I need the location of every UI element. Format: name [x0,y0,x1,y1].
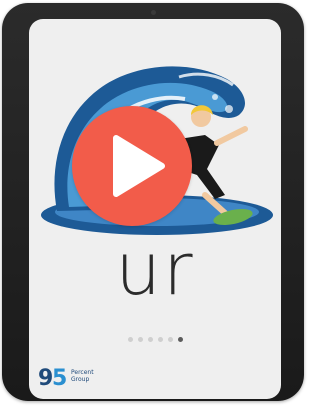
lesson-word: ur [115,227,195,311]
play-icon [113,135,165,197]
logo-mark-icon: 9 5 [38,366,67,391]
slide-dot[interactable] [147,337,153,342]
tablet-frame: ur 9 5 Percent Group [2,3,304,401]
logo-line-1: Percent [71,369,94,376]
slide-dot[interactable] [137,337,143,342]
play-button[interactable] [72,106,192,226]
slide-dot[interactable] [157,337,163,342]
slide-indicator [29,337,281,342]
company-logo: 9 5 Percent Group [37,361,127,391]
slide-dot[interactable] [127,337,133,342]
svg-text:5: 5 [52,366,67,391]
slide-dot-active[interactable] [177,337,183,342]
logo-text: Percent Group [71,369,94,383]
logo-line-2: Group [71,376,90,383]
camera-icon [151,10,156,15]
slide-dot[interactable] [167,337,173,342]
